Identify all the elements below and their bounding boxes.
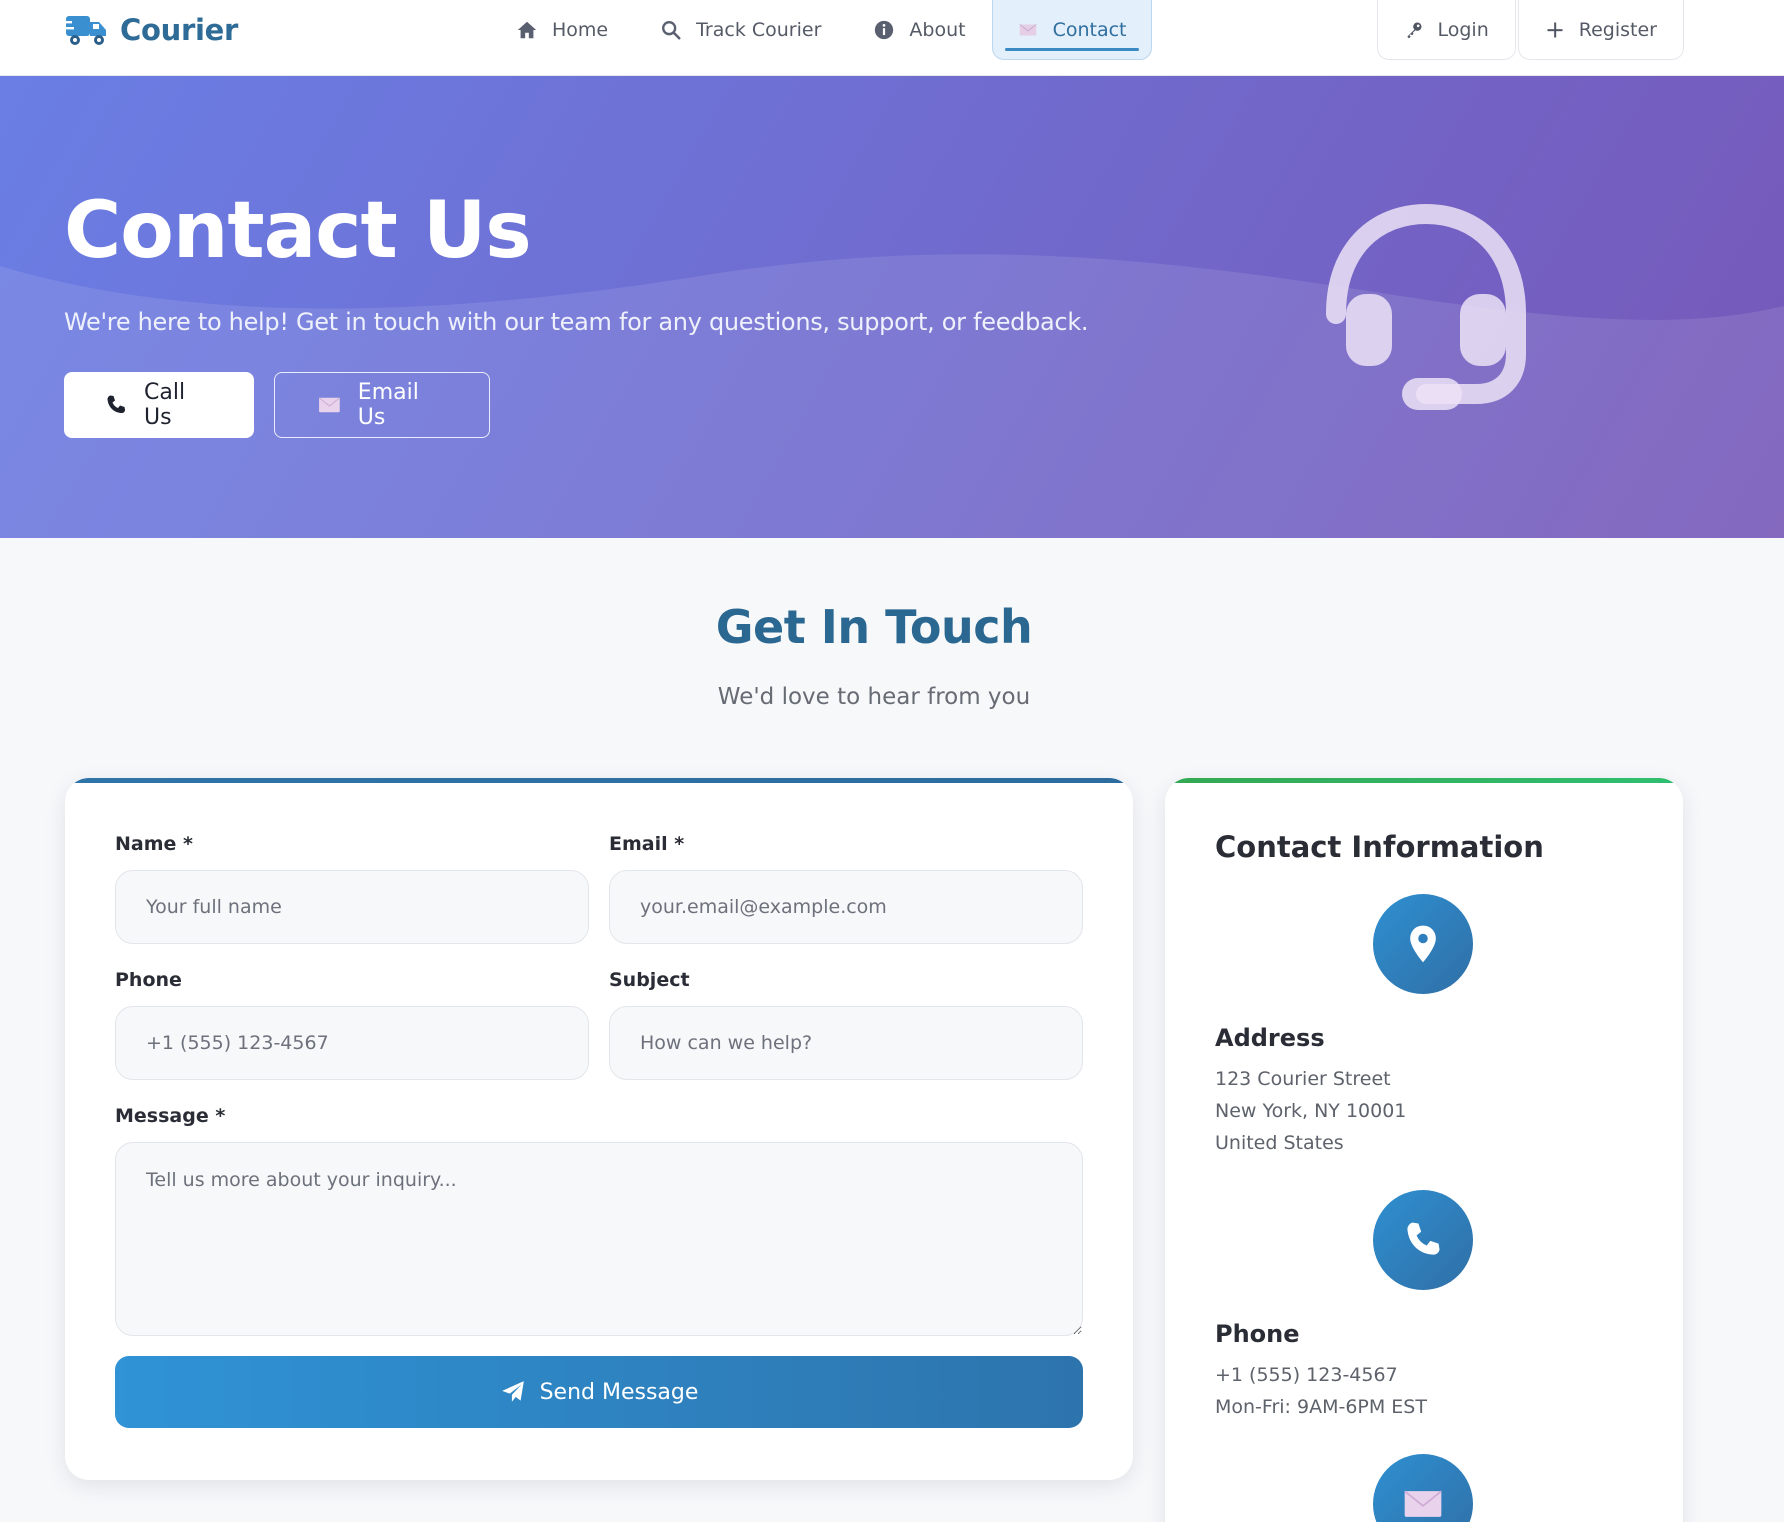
email-icon-badge	[1373, 1454, 1473, 1522]
call-us-button[interactable]: Call Us	[64, 372, 254, 438]
nav-contact-label: Contact	[1052, 18, 1127, 41]
email-input[interactable]	[609, 870, 1083, 944]
map-pin-icon	[1410, 925, 1436, 963]
subject-input[interactable]	[609, 1006, 1083, 1080]
envelope-icon	[1404, 1490, 1442, 1517]
hero-banner: Contact Us We're here to help! Get in to…	[0, 76, 1784, 538]
contact-info-title: Contact Information	[1215, 830, 1544, 864]
phone-label: Phone	[115, 969, 182, 991]
nav-home[interactable]: Home	[490, 0, 634, 60]
nav-about[interactable]: About	[847, 0, 991, 60]
headset-icon	[1326, 204, 1526, 410]
register-button[interactable]: Register	[1517, 0, 1684, 60]
name-input[interactable]	[115, 870, 589, 944]
address-icon-badge	[1373, 894, 1473, 994]
home-icon	[517, 21, 537, 39]
section-title: Get In Touch	[715, 600, 1033, 654]
phone-icon-badge	[1373, 1190, 1473, 1290]
nav-track-label: Track Courier	[696, 19, 822, 41]
hero-subtitle: We're here to help! Get in touch with ou…	[64, 308, 1089, 336]
truck-icon	[64, 16, 106, 45]
phone-icon	[1407, 1222, 1440, 1255]
address-line: 123 Courier Street	[1215, 1068, 1391, 1090]
top-navbar: Courier Home Track Courier About Contact…	[0, 0, 1784, 76]
hero-title: Contact Us	[64, 186, 532, 276]
main-nav: Home Track Courier About Contact	[490, 0, 1152, 60]
subject-label: Subject	[609, 969, 690, 991]
phone-hours-line: Mon-Fri: 9AM-6PM EST	[1215, 1396, 1427, 1418]
message-textarea[interactable]	[115, 1142, 1083, 1336]
send-message-button[interactable]: Send Message	[115, 1356, 1083, 1428]
envelope-icon	[1019, 23, 1037, 35]
brand-name: Courier	[120, 13, 238, 47]
auth-nav: Login Register	[1376, 0, 1684, 60]
email-us-button[interactable]: Email Us	[274, 372, 490, 438]
section-subtitle: We'd love to hear from you	[717, 684, 1031, 710]
phone-heading: Phone	[1215, 1320, 1300, 1348]
email-us-label: Email Us	[357, 380, 419, 430]
register-label: Register	[1578, 18, 1657, 41]
brand-logo-link[interactable]: Courier	[64, 8, 238, 52]
send-message-label: Send Message	[539, 1379, 699, 1405]
envelope-icon	[318, 397, 341, 413]
contact-form: Name * Email * Phone Subject Message * S…	[65, 778, 1133, 1480]
contact-info-card: Contact Information Address 123 Courier …	[1165, 778, 1683, 1522]
phone-input[interactable]	[115, 1006, 589, 1080]
key-icon	[1406, 22, 1421, 38]
login-label: Login	[1437, 18, 1489, 41]
address-heading: Address	[1215, 1024, 1325, 1052]
search-icon	[662, 21, 681, 40]
info-icon	[875, 20, 894, 40]
nav-about-label: About	[909, 19, 966, 41]
email-label: Email *	[609, 833, 685, 855]
call-us-label: Call Us	[144, 380, 186, 430]
address-line: New York, NY 10001	[1215, 1100, 1407, 1122]
message-label: Message *	[115, 1105, 226, 1127]
phone-icon	[107, 395, 126, 414]
login-button[interactable]: Login	[1376, 0, 1516, 60]
address-line: United States	[1215, 1132, 1344, 1154]
paper-plane-icon	[501, 1381, 524, 1402]
phone-line: +1 (555) 123-4567	[1215, 1364, 1398, 1386]
nav-home-label: Home	[552, 19, 609, 41]
name-label: Name *	[115, 833, 193, 855]
nav-contact[interactable]: Contact	[991, 0, 1152, 60]
plus-icon	[1547, 22, 1563, 37]
nav-track-courier[interactable]: Track Courier	[634, 0, 847, 60]
